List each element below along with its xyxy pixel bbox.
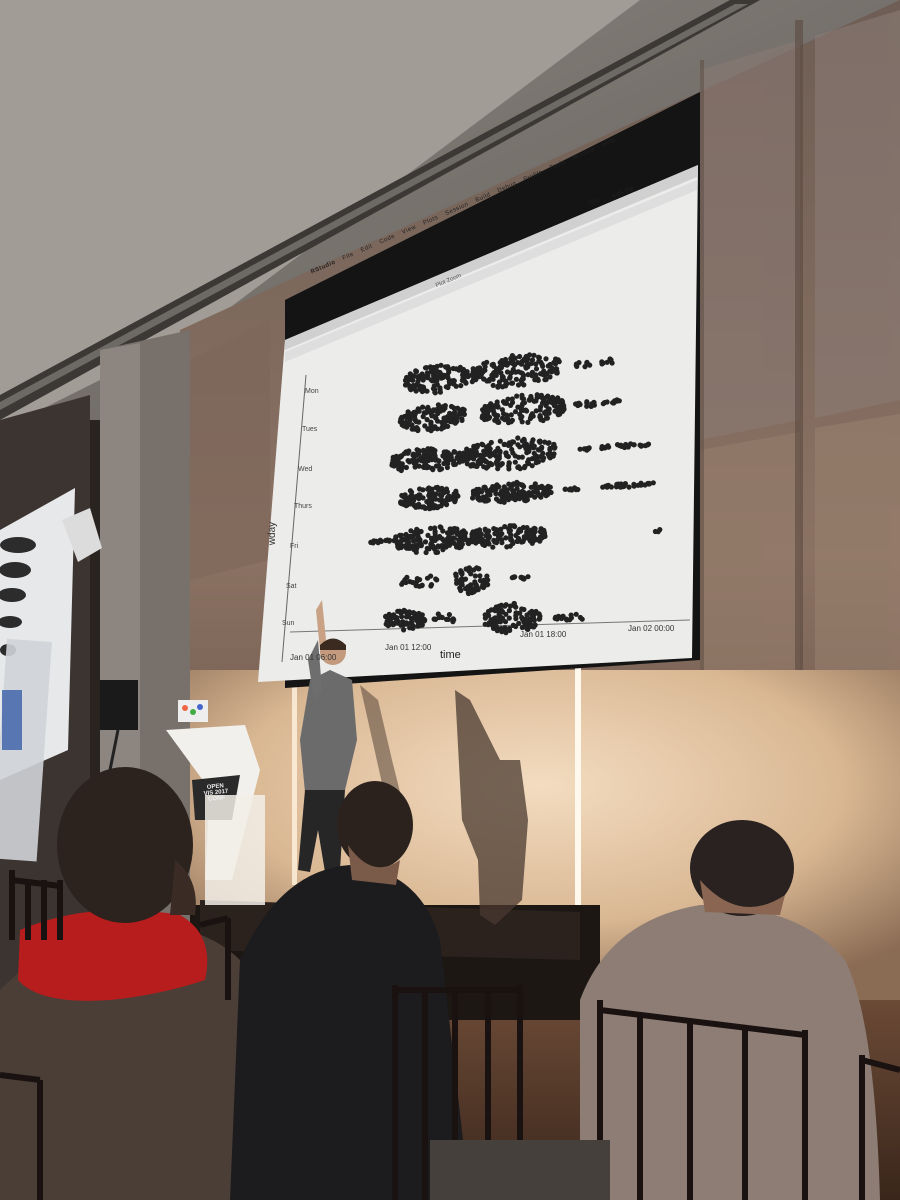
x-axis-title: time <box>440 649 461 661</box>
conference-photo: RStudio File Edit Code View Plots Sessio… <box>0 0 900 1200</box>
stage-monitor-speaker <box>100 680 138 730</box>
podium-sign: OPEN VIS 2017 CONF <box>198 782 234 803</box>
y-axis-title: wday <box>267 521 279 546</box>
